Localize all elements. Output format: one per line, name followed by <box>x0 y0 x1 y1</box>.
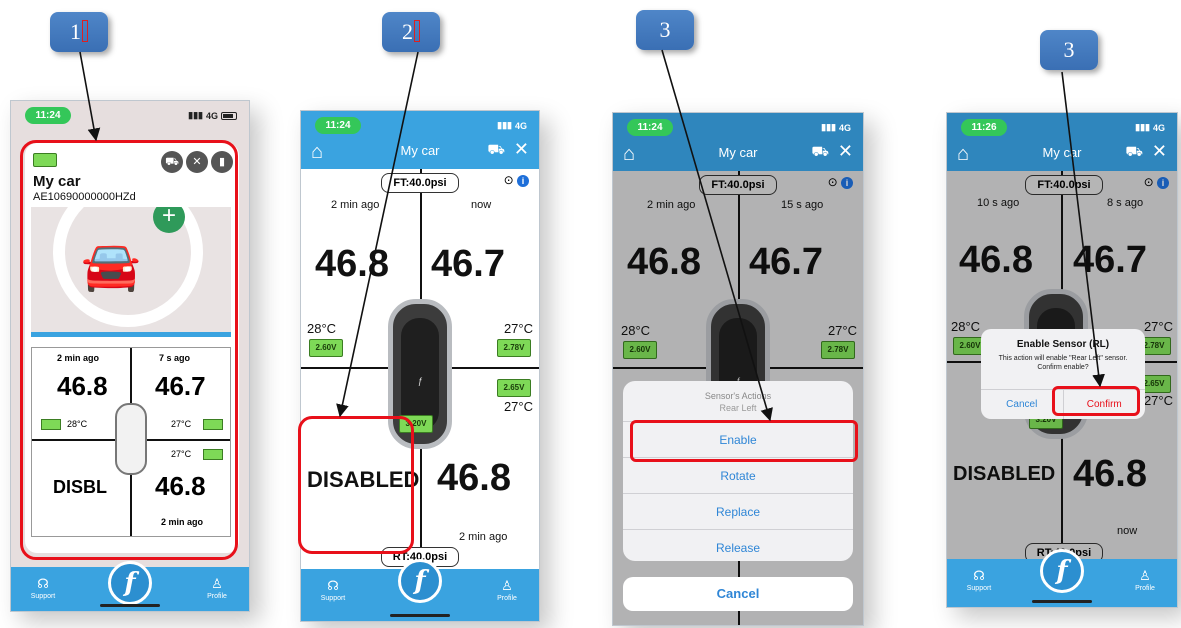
annotation-arrows <box>79 49 1105 422</box>
arrow-step-3 <box>661 49 773 422</box>
arrow-step-4 <box>1061 71 1105 388</box>
arrow-step-1 <box>79 51 101 142</box>
arrow-step-2 <box>336 51 419 418</box>
